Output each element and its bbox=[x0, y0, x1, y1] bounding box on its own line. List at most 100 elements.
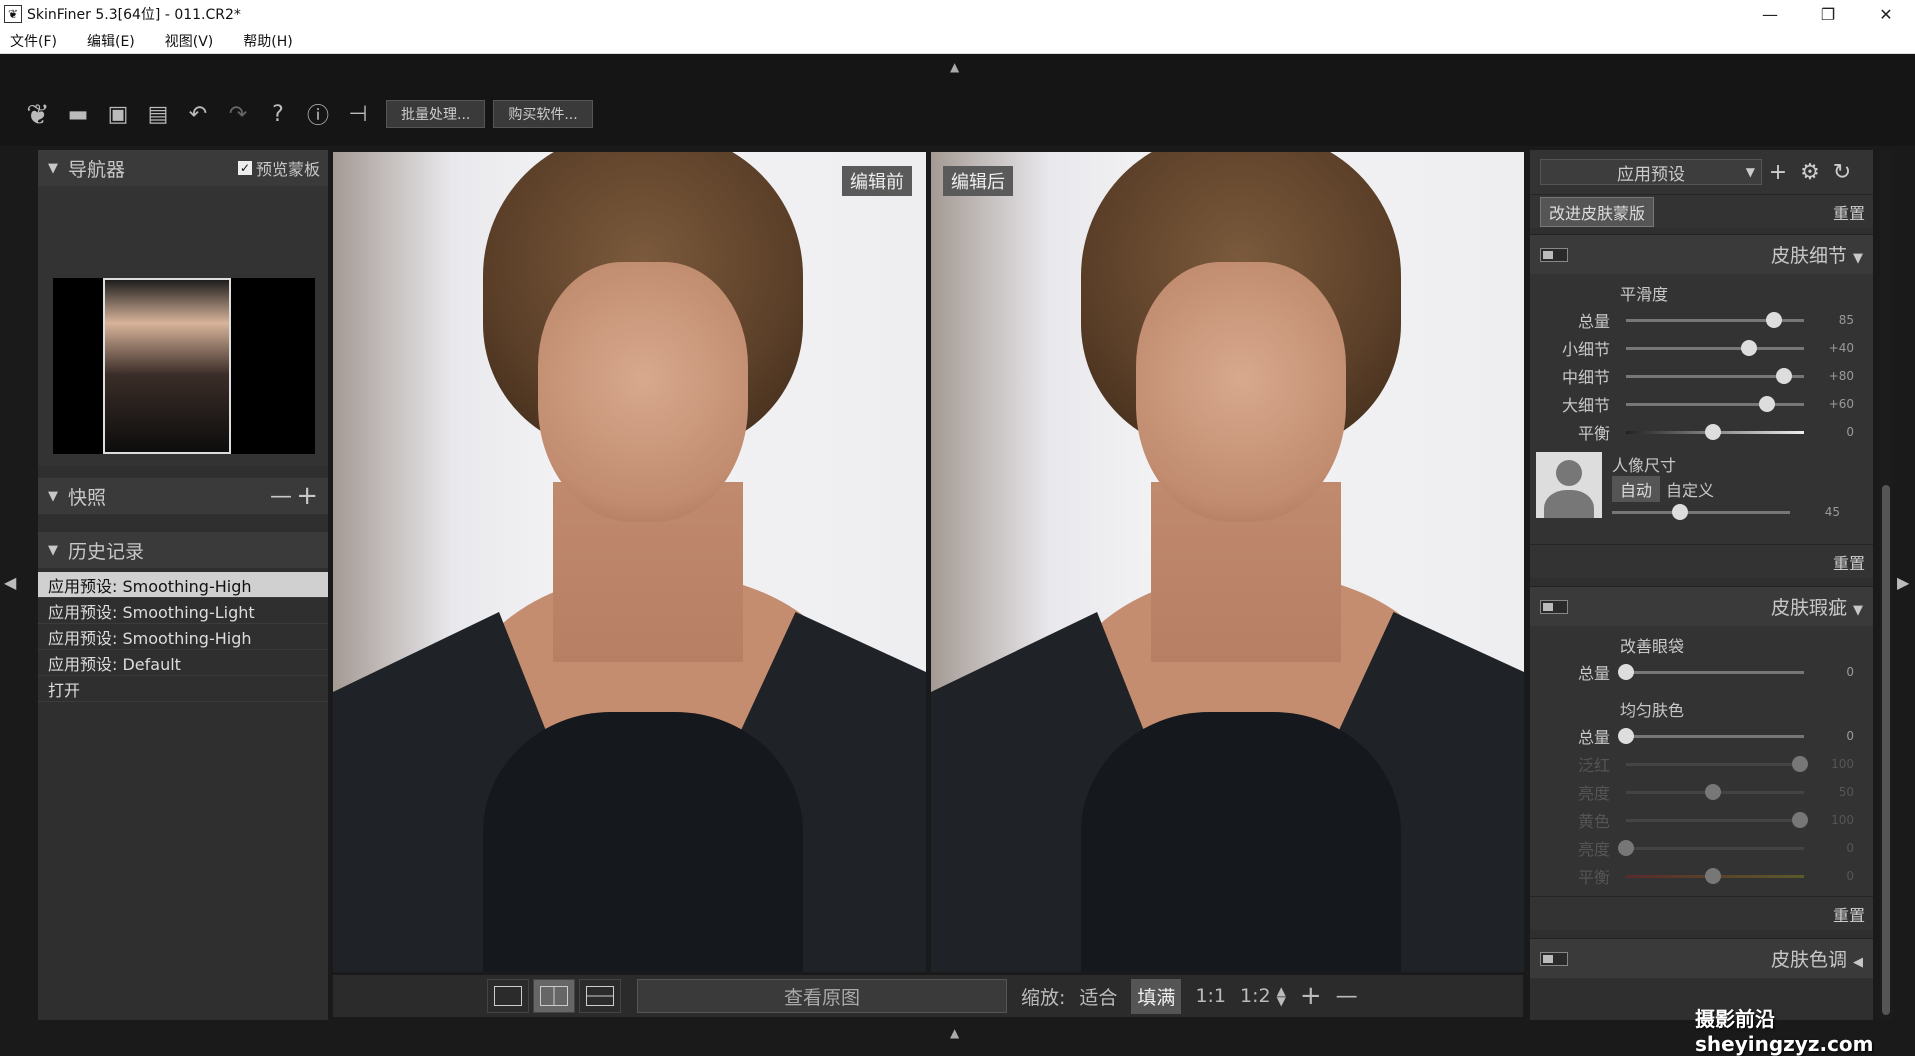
remove-snapshot-button[interactable]: — bbox=[270, 484, 292, 509]
open-folder-icon[interactable]: ▬ bbox=[58, 97, 98, 131]
history-item[interactable]: 应用预设: Smoothing-Light bbox=[38, 598, 328, 624]
section-enable-toggle[interactable] bbox=[1540, 951, 1568, 966]
zoom-stepper-icon[interactable]: ▲ ▼ bbox=[1277, 985, 1286, 1007]
slider-track[interactable] bbox=[1612, 503, 1790, 520]
minimize-button[interactable]: — bbox=[1741, 0, 1799, 28]
slider-knob[interactable] bbox=[1705, 423, 1722, 440]
slider-knob[interactable] bbox=[1792, 755, 1809, 772]
gear-icon[interactable]: ⚙ bbox=[1794, 160, 1826, 185]
history-title: 历史记录 bbox=[68, 540, 145, 563]
slider-knob[interactable] bbox=[1765, 311, 1782, 328]
slider-knob[interactable] bbox=[1618, 839, 1634, 856]
history-item[interactable]: 应用预设: Smoothing-High bbox=[38, 624, 328, 650]
slider-value: 0 bbox=[1846, 425, 1854, 439]
slider-knob[interactable] bbox=[1705, 783, 1722, 800]
slider-track[interactable] bbox=[1618, 663, 1804, 680]
slider-track[interactable] bbox=[1626, 867, 1804, 884]
slider-knob[interactable] bbox=[1740, 339, 1757, 356]
app-icon: ❦ bbox=[4, 5, 22, 23]
collapse-bottom-arrow-icon[interactable]: ▲ bbox=[950, 1026, 959, 1040]
redo-icon[interactable]: ↷ bbox=[218, 97, 258, 131]
navigator-header[interactable]: ▼ 导航器 ✓ 预览蒙板 bbox=[38, 150, 328, 186]
maximize-button[interactable]: ❐ bbox=[1799, 0, 1857, 28]
zoom-fit-button[interactable]: 适合 bbox=[1079, 983, 1117, 1010]
skin-blemish-header[interactable]: 皮肤瑕疵 ▼ bbox=[1530, 586, 1873, 626]
after-image-pane[interactable]: 编辑后 bbox=[931, 152, 1524, 972]
slider-knob[interactable] bbox=[1671, 503, 1688, 520]
save-icon[interactable]: ▣ bbox=[98, 97, 138, 131]
section-enable-toggle[interactable] bbox=[1540, 247, 1568, 262]
help-icon[interactable]: ? bbox=[258, 97, 298, 131]
zoom-1-1-button[interactable]: 1:1 bbox=[1195, 985, 1226, 1007]
checkbox-checked-icon: ✓ bbox=[237, 161, 252, 175]
zoom-1-2-button[interactable]: 1:2 bbox=[1240, 985, 1271, 1007]
save-as-icon[interactable]: ▤ bbox=[138, 97, 178, 131]
history-item[interactable]: 打开 bbox=[38, 676, 328, 702]
slider-track[interactable] bbox=[1626, 811, 1809, 828]
slider-knob[interactable] bbox=[1776, 367, 1793, 384]
zoom-in-button[interactable]: + bbox=[1300, 981, 1322, 1011]
history-item[interactable]: 应用预设: Smoothing-High bbox=[38, 572, 328, 598]
view-original-button[interactable]: 查看原图 bbox=[637, 979, 1007, 1013]
menu-edit[interactable]: 编辑(E) bbox=[87, 31, 135, 51]
refresh-icon[interactable]: ↻ bbox=[1826, 160, 1858, 185]
snapshots-header[interactable]: ▼ 快照 — + bbox=[38, 478, 328, 514]
slider-track[interactable] bbox=[1626, 755, 1809, 772]
title-bar: ❦ SkinFiner 5.3[64位] - 011.CR2* — ❐ ✕ bbox=[0, 0, 1915, 28]
slider-track[interactable] bbox=[1626, 339, 1804, 356]
expand-triangle-icon: ◀ bbox=[1853, 955, 1863, 970]
slider-track[interactable] bbox=[1626, 423, 1804, 440]
history-header[interactable]: ▼ 历史记录 bbox=[38, 532, 328, 568]
slider-track[interactable] bbox=[1626, 395, 1804, 412]
menu-view[interactable]: 视图(V) bbox=[165, 31, 214, 51]
scrollbar-thumb[interactable] bbox=[1882, 485, 1890, 1015]
split-horizontal-view-button[interactable] bbox=[579, 979, 621, 1013]
slider-value: 50 bbox=[1838, 785, 1854, 799]
slider-knob[interactable] bbox=[1792, 811, 1809, 828]
menu-file[interactable]: 文件(F) bbox=[10, 31, 57, 51]
slider-track[interactable] bbox=[1618, 727, 1804, 744]
plugin-icon[interactable]: ⊣ bbox=[338, 97, 378, 131]
zoom-fill-button[interactable]: 填满 bbox=[1131, 978, 1182, 1014]
history-item[interactable]: 应用预设: Default bbox=[38, 650, 328, 676]
reset-button[interactable]: 重置 bbox=[1833, 902, 1865, 926]
zoom-out-button[interactable]: — bbox=[1336, 984, 1358, 1009]
info-icon[interactable]: ⓘ bbox=[298, 97, 338, 131]
skin-detail-header[interactable]: 皮肤细节 ▼ bbox=[1530, 234, 1873, 274]
skin-tone-header[interactable]: 皮肤色调 ◀ bbox=[1530, 938, 1873, 978]
auto-button[interactable]: 自动 bbox=[1612, 476, 1661, 502]
section-enable-toggle[interactable] bbox=[1540, 599, 1568, 614]
collapse-top-arrow-icon[interactable]: ▲ bbox=[950, 60, 959, 74]
add-preset-icon[interactable]: + bbox=[1762, 160, 1794, 185]
reset-row: 重置 bbox=[1530, 896, 1873, 930]
slider-knob[interactable] bbox=[1618, 727, 1634, 744]
navigator-viewport-frame[interactable] bbox=[103, 278, 231, 454]
custom-button[interactable]: 自定义 bbox=[1666, 477, 1714, 501]
menu-help[interactable]: 帮助(H) bbox=[243, 31, 292, 51]
buy-software-button[interactable]: 购买软件... bbox=[493, 100, 593, 128]
improve-skin-mask-button[interactable]: 改进皮肤蒙版 bbox=[1540, 196, 1655, 227]
navigator-thumbnail[interactable] bbox=[53, 278, 315, 454]
batch-process-button[interactable]: 批量处理... bbox=[386, 100, 486, 128]
slider-track[interactable] bbox=[1626, 311, 1804, 328]
reset-button[interactable]: 重置 bbox=[1833, 200, 1865, 224]
slider-knob[interactable] bbox=[1705, 867, 1722, 884]
preset-select[interactable]: 应用预设 ▼ bbox=[1540, 159, 1762, 185]
collapse-left-arrow-icon[interactable]: ◀ bbox=[4, 573, 16, 592]
slider-track[interactable] bbox=[1626, 367, 1804, 384]
collapse-right-arrow-icon[interactable]: ▶ bbox=[1897, 573, 1909, 592]
preview-mask-checkbox[interactable]: ✓ 预览蒙板 bbox=[237, 156, 320, 180]
slider-knob[interactable] bbox=[1758, 395, 1775, 412]
split-vertical-view-button[interactable] bbox=[533, 979, 575, 1013]
slider-track[interactable] bbox=[1618, 839, 1804, 856]
undo-icon[interactable]: ↶ bbox=[178, 97, 218, 131]
slider-label: 总量 bbox=[1577, 728, 1610, 747]
close-button[interactable]: ✕ bbox=[1857, 0, 1915, 28]
single-view-button[interactable] bbox=[487, 979, 529, 1013]
slider-track[interactable] bbox=[1626, 783, 1804, 800]
add-snapshot-button[interactable]: + bbox=[296, 481, 318, 511]
before-image-pane[interactable]: 编辑前 bbox=[333, 152, 926, 972]
right-panel-scrollbar[interactable] bbox=[1880, 150, 1892, 1020]
reset-button[interactable]: 重置 bbox=[1833, 550, 1865, 574]
slider-knob[interactable] bbox=[1618, 663, 1634, 680]
